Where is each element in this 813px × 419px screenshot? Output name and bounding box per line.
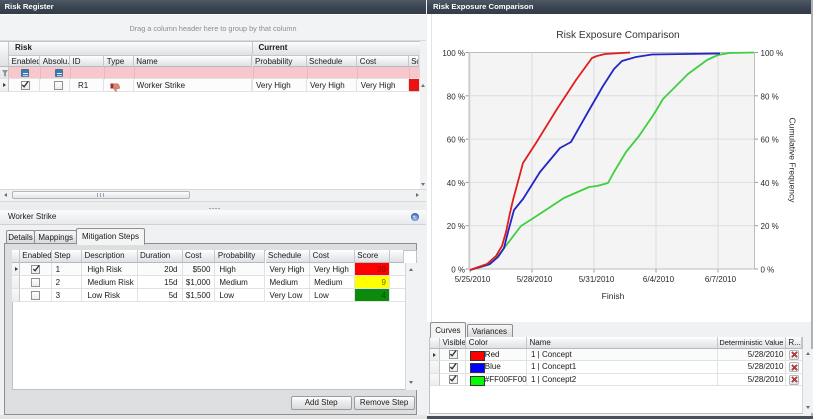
svg-text:60 %: 60 % (761, 136, 779, 145)
svg-text:Finish: Finish (602, 291, 625, 301)
svg-text:5/25/2010: 5/25/2010 (455, 275, 491, 284)
svg-text:100 %: 100 % (442, 49, 465, 58)
svg-text:60 %: 60 % (447, 136, 465, 145)
svg-text:80 %: 80 % (447, 92, 465, 101)
svg-text:6/7/2010: 6/7/2010 (705, 275, 737, 284)
svg-text:5/28/2010: 5/28/2010 (517, 275, 553, 284)
svg-text:40 %: 40 % (447, 179, 465, 188)
svg-text:6/4/2010: 6/4/2010 (643, 275, 675, 284)
svg-text:100 %: 100 % (761, 49, 784, 58)
svg-text:Risk Exposure Comparison: Risk Exposure Comparison (556, 30, 679, 41)
svg-text:40 %: 40 % (761, 179, 779, 188)
svg-text:0 %: 0 % (761, 266, 775, 275)
svg-text:20 %: 20 % (447, 222, 465, 231)
svg-text:80 %: 80 % (761, 92, 779, 101)
svg-text:Cumulative Frequency: Cumulative Frequency (788, 117, 798, 203)
svg-text:0 %: 0 % (451, 266, 465, 275)
svg-text:20 %: 20 % (761, 222, 779, 231)
svg-text:5/31/2010: 5/31/2010 (579, 275, 615, 284)
